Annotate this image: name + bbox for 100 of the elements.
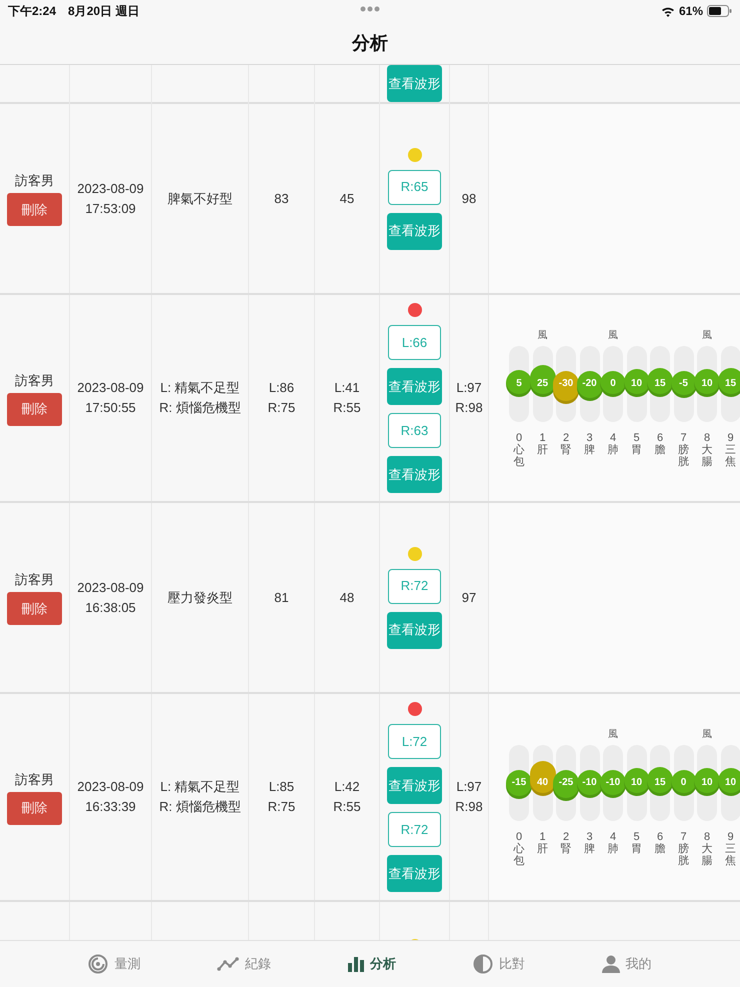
delete-button[interactable]: 刪除 <box>7 193 62 226</box>
wind-label: 風 <box>608 728 618 742</box>
meridian-index: 0 <box>516 432 522 444</box>
half-circle-icon <box>472 954 493 974</box>
meridian-index: 2 <box>562 830 570 843</box>
meridian-index: 4 <box>610 830 616 843</box>
view-waveform-button[interactable]: 查看波形 <box>387 456 442 493</box>
meter-value: 15 <box>718 368 740 397</box>
meridian-index: 4 <box>610 432 616 444</box>
view-waveform-button[interactable]: 查看波形 <box>387 612 442 648</box>
tab-item[interactable]: 比對 <box>470 952 527 976</box>
pattern-text: L: 精氣不足型 <box>160 778 240 796</box>
meridian-index: 9 <box>727 830 734 843</box>
meridian-index: 5 <box>633 830 640 843</box>
reading-box: R:72 <box>388 812 441 847</box>
wifi-icon <box>660 6 675 16</box>
meridian-index: 2 <box>562 432 570 444</box>
reading-box: L:72 <box>388 724 441 759</box>
meridian-index: 1 <box>539 830 546 843</box>
organ-name: 脾 <box>584 444 595 456</box>
organ-name: 大腸 <box>702 444 712 468</box>
meter-value: 10 <box>694 368 720 397</box>
organ-name: 肝 <box>537 842 548 855</box>
view-waveform-button[interactable]: 查看波形 <box>387 855 442 892</box>
view-waveform-button[interactable]: 查看波形 <box>387 368 442 405</box>
organ-name: 心包 <box>514 444 524 468</box>
delete-button[interactable]: 刪除 <box>7 592 62 625</box>
table-cell-text: R:98 <box>455 798 483 816</box>
organ-name: 胃 <box>631 444 642 456</box>
user-name: 訪客男 <box>15 372 54 390</box>
meridian-index: 7 <box>680 830 687 843</box>
battery-icon <box>707 5 732 17</box>
status-date: 8月20日 週日 <box>68 2 140 20</box>
table-cell-text: R:98 <box>455 399 483 417</box>
table-cell-text: 97 <box>462 588 476 606</box>
meter-value: 15 <box>647 368 673 397</box>
tab-item[interactable]: 紀錄 <box>215 953 274 975</box>
organ-name: 肝 <box>537 444 548 456</box>
organ-name: 膀胱 <box>678 842 689 868</box>
bar-chart-icon <box>348 956 364 972</box>
user-name: 訪客男 <box>15 172 54 190</box>
view-waveform-button[interactable]: 查看波形 <box>387 65 442 102</box>
meridian-index: 9 <box>727 432 734 444</box>
meter-value: 25 <box>530 365 556 397</box>
view-waveform-button[interactable]: 查看波形 <box>387 767 442 804</box>
organ-name: 三焦 <box>725 444 736 468</box>
table-cell-text: L:97 <box>456 778 482 796</box>
meter-value: 10 <box>624 768 650 796</box>
pattern-text: R: 煩惱危機型 <box>159 399 241 417</box>
record-date: 2023-08-09 <box>77 778 144 796</box>
pattern-text: L: 精氣不足型 <box>160 379 240 397</box>
pattern-text: 壓力發炎型 <box>168 588 232 606</box>
organ-name: 肺 <box>608 444 618 456</box>
meter-value: -25 <box>553 770 579 802</box>
wind-label: 風 <box>702 728 712 742</box>
view-waveform-button[interactable]: 查看波形 <box>387 212 442 250</box>
more-dots-icon[interactable] <box>360 6 380 12</box>
organ-name: 胃 <box>631 842 642 855</box>
tab-item[interactable]: 我的 <box>600 953 654 975</box>
organ-name: 三焦 <box>725 842 736 868</box>
tab-item[interactable]: 量測 <box>86 952 142 976</box>
line-chart-icon <box>217 957 240 971</box>
meridian-index: 7 <box>680 432 687 444</box>
meridian-index: 3 <box>586 432 593 444</box>
organ-name: 肺 <box>608 842 618 855</box>
meter-value: 10 <box>718 768 740 796</box>
delete-button[interactable]: 刪除 <box>7 392 62 426</box>
meridian-index: 3 <box>586 830 593 843</box>
organ-name: 脾 <box>584 842 595 855</box>
user-name: 訪客男 <box>15 770 54 788</box>
reading-box: L:66 <box>388 325 441 360</box>
pattern-text: R: 煩惱危機型 <box>159 798 241 816</box>
record-time: 17:50:55 <box>85 399 136 417</box>
gauge-icon <box>88 954 108 974</box>
organ-name: 膀胱 <box>678 444 689 468</box>
record-date: 2023-08-09 <box>77 578 144 596</box>
meter-value: -10 <box>600 770 626 798</box>
wind-label: 風 <box>538 328 548 343</box>
delete-button[interactable]: 刪除 <box>7 792 62 824</box>
table-cell-text: R:55 <box>333 798 361 816</box>
meridian-index: 8 <box>704 432 710 444</box>
user-name: 訪客男 <box>15 571 54 589</box>
table-cell-text: R:75 <box>268 399 296 417</box>
organ-name: 心包 <box>514 842 524 868</box>
meter-value: 40 <box>530 761 556 796</box>
reading-box: R:65 <box>388 170 441 204</box>
tab-item[interactable]: 分析 <box>346 953 398 975</box>
table-cell-text: L:85 <box>268 778 294 796</box>
table-cell-text: 81 <box>274 588 289 606</box>
meter-value: 0 <box>600 370 626 397</box>
meter-value: 15 <box>647 766 673 796</box>
table-cell-text: L:97 <box>456 379 482 397</box>
meridian-index: 1 <box>539 432 546 444</box>
reading-box: R:72 <box>388 568 441 604</box>
reading-box: R:63 <box>388 413 441 448</box>
record-time: 16:33:39 <box>85 798 136 816</box>
person-icon <box>602 955 620 973</box>
table-cell-text: L:86 <box>268 379 294 397</box>
table-cell-text: 48 <box>340 588 354 606</box>
table-cell-text: R:55 <box>333 399 361 417</box>
